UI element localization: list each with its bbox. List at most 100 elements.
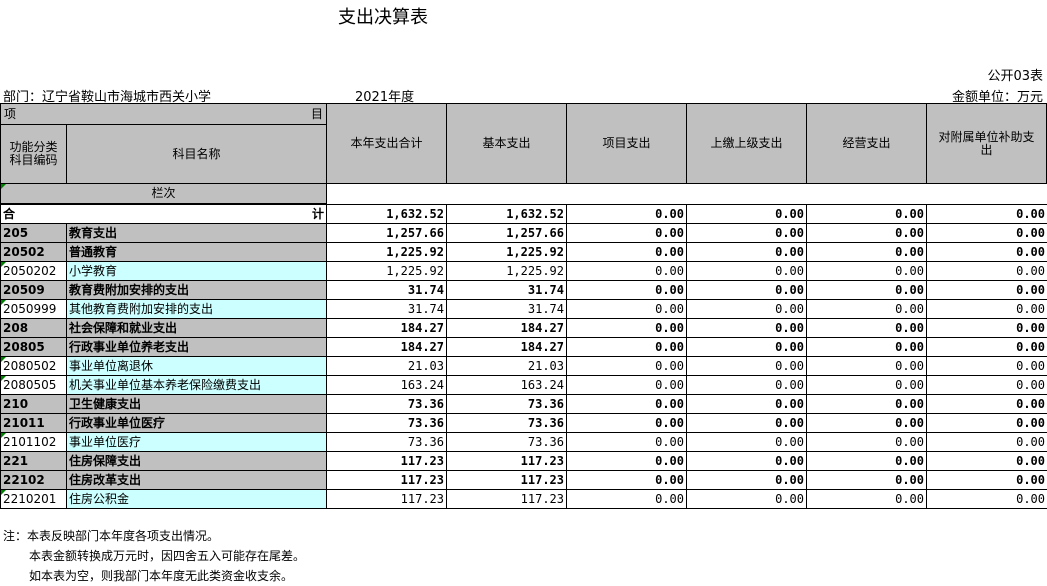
row-value: 0.00 (806, 413, 927, 433)
row-value: 0.00 (926, 489, 1047, 509)
row-value: 0.00 (566, 318, 687, 338)
row-code: 208 (0, 318, 67, 338)
total-row: 合 计 1,632.52 1,632.52 0.00 0.00 0.00 0.0… (0, 204, 1047, 224)
total-value: 1,632.52 (446, 204, 567, 224)
row-value: 0.00 (806, 489, 927, 509)
row-value: 0.00 (686, 413, 807, 433)
total-label-left: 合 (3, 207, 16, 221)
row-value: 0.00 (806, 261, 927, 281)
row-code: 20805 (0, 337, 67, 357)
row-code: 20502 (0, 242, 67, 262)
row-value: 1,225.92 (446, 261, 567, 281)
row-value: 0.00 (686, 299, 807, 319)
header-col-2: 基本支出 (447, 104, 567, 184)
row-value: 163.24 (446, 375, 567, 395)
row-value: 0.00 (926, 223, 1047, 243)
row-value: 1,225.92 (326, 261, 447, 281)
row-value: 0.00 (686, 470, 807, 490)
row-value: 31.74 (326, 299, 447, 319)
row-name: 机关事业单位基本养老保险缴费支出 (66, 375, 327, 395)
row-value: 0.00 (566, 299, 687, 319)
table-row: 221 住房保障支出 117.23 117.23 0.00 0.00 0.00 0.00 (0, 451, 1047, 471)
row-name: 卫生健康支出 (66, 394, 327, 414)
row-value: 184.27 (326, 318, 447, 338)
row-value: 0.00 (686, 280, 807, 300)
row-value: 0.00 (566, 394, 687, 414)
table-row: 20805 行政事业单位养老支出 184.27 184.27 0.00 0.00 0.00 0… (0, 337, 1047, 357)
header-mu: 目 (310, 106, 323, 121)
row-code: 2210201 (0, 489, 67, 509)
row-value: 0.00 (926, 318, 1047, 338)
row-value: 0.00 (926, 337, 1047, 357)
total-label-right: 计 (311, 207, 324, 221)
row-value: 0.00 (686, 356, 807, 376)
row-value: 73.36 (326, 394, 447, 414)
row-name: 行政事业单位养老支出 (66, 337, 327, 357)
row-value: 0.00 (566, 242, 687, 262)
table-row: 2210201 住房公积金 117.23 117.23 0.00 0.00 0.00 0.00 (0, 489, 1047, 509)
row-value: 0.00 (926, 299, 1047, 319)
row-name: 教育费附加安排的支出 (66, 280, 327, 300)
row-name: 普通教育 (66, 242, 327, 262)
row-value: 73.36 (446, 394, 567, 414)
header-xiang-mu: 项 目 (1, 104, 327, 125)
row-value: 0.00 (566, 413, 687, 433)
row-value: 0.00 (806, 299, 927, 319)
row-name: 社会保障和就业支出 (66, 318, 327, 338)
row-value: 31.74 (446, 280, 567, 300)
row-value: 0.00 (686, 394, 807, 414)
row-value: 0.00 (686, 318, 807, 338)
row-code: 210 (0, 394, 67, 414)
row-code: 22102 (0, 470, 67, 490)
row-code: 221 (0, 451, 67, 471)
form-number: 公开03表 (987, 69, 1043, 84)
row-value: 0.00 (806, 337, 927, 357)
row-value: 73.36 (446, 413, 567, 433)
total-value: 0.00 (806, 204, 927, 224)
header-col-6: 对附属单位补助支出 (927, 104, 1047, 184)
row-code: 20509 (0, 280, 67, 300)
table-row: 22102 住房改革支出 117.23 117.23 0.00 0.00 0.00 0.00 (0, 470, 1047, 490)
table-row: 208 社会保障和就业支出 184.27 184.27 0.00 0.00 0.00 0.00 (0, 318, 1047, 338)
row-value: 0.00 (566, 261, 687, 281)
row-value: 0.00 (806, 451, 927, 471)
header-name: 科目名称 (67, 125, 327, 184)
row-value: 0.00 (686, 451, 807, 471)
row-code: 2050202 (0, 261, 67, 281)
row-value: 184.27 (326, 337, 447, 357)
total-value: 0.00 (686, 204, 807, 224)
row-value: 0.00 (926, 394, 1047, 414)
row-value: 0.00 (686, 337, 807, 357)
row-value: 1,257.66 (446, 223, 567, 243)
row-value: 0.00 (806, 432, 927, 452)
total-value: 0.00 (566, 204, 687, 224)
row-value: 0.00 (566, 337, 687, 357)
row-value: 117.23 (446, 451, 567, 471)
row-value: 0.00 (926, 356, 1047, 376)
header-col-5: 经营支出 (807, 104, 927, 184)
row-name: 事业单位医疗 (66, 432, 327, 452)
table-row: 205 教育支出 1,257.66 1,257.66 0.00 0.00 0.00 0.00 (0, 223, 1047, 243)
row-value: 0.00 (806, 356, 927, 376)
table-row: 21011 行政事业单位医疗 73.36 73.36 0.00 0.00 0.00 0.00 (0, 413, 1047, 433)
page-title: 支出决算表 (338, 7, 428, 28)
table-row: 20502 普通教育 1,225.92 1,225.92 0.00 0.00 0.00 0.0… (0, 242, 1047, 262)
header-xiang: 项 (4, 106, 17, 121)
row-value: 0.00 (566, 280, 687, 300)
row-value: 0.00 (926, 413, 1047, 433)
row-value: 0.00 (926, 375, 1047, 395)
row-value: 0.00 (926, 432, 1047, 452)
row-value: 73.36 (446, 432, 567, 452)
row-value: 0.00 (926, 280, 1047, 300)
table-row: 2080502 事业单位离退休 21.03 21.03 0.00 0.00 0.00 0.00 (0, 356, 1047, 376)
header-lanci: 栏次 (1, 184, 327, 204)
row-name: 住房公积金 (66, 489, 327, 509)
row-value: 0.00 (686, 242, 807, 262)
header-col-3: 项目支出 (567, 104, 687, 184)
row-value: 117.23 (446, 489, 567, 509)
row-value: 117.23 (326, 451, 447, 471)
table-header: 项 目 功能分类 科目编码 科目名称 栏次 本年支出合计 基本支出 项目支出 上… (0, 103, 1047, 324)
row-name: 行政事业单位医疗 (66, 413, 327, 433)
row-value: 73.36 (326, 413, 447, 433)
row-code: 2101102 (0, 432, 67, 452)
